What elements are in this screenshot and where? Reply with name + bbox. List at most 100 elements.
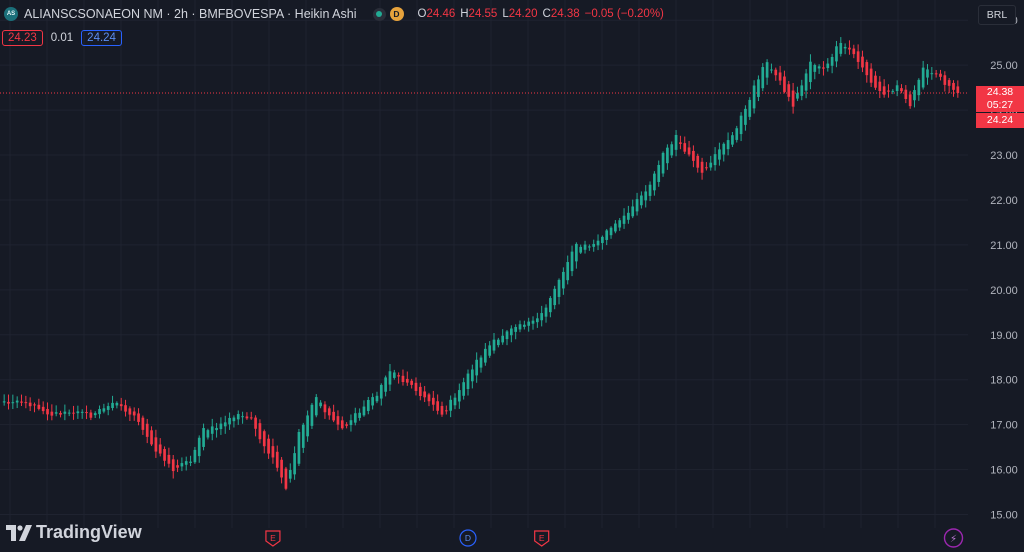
candle-body <box>254 417 257 429</box>
symbol-title[interactable]: ALIANSCSONAEON NM · 2h · BMFBOVESPA · He… <box>24 7 357 21</box>
tradingview-watermark[interactable]: TradingView <box>6 522 142 543</box>
candle-body <box>275 451 279 468</box>
candle-body <box>765 62 769 78</box>
earnings-marker-label: E <box>270 533 276 543</box>
candle-body <box>839 42 843 54</box>
candle-body <box>718 149 721 160</box>
y-tick-label: 15.00 <box>990 510 1018 522</box>
candle-body <box>544 307 548 317</box>
symbol-logo-icon[interactable]: AS <box>4 7 18 21</box>
candle-body <box>661 152 665 174</box>
candle-body <box>410 380 413 385</box>
candle-body <box>319 402 322 407</box>
bid-button[interactable]: 24.23 <box>2 30 43 46</box>
candle-body <box>609 227 613 236</box>
candle-body <box>631 206 635 217</box>
candle-body <box>72 412 75 414</box>
currency-button[interactable]: BRL <box>978 5 1016 25</box>
candle-body <box>41 406 45 412</box>
candle-body <box>392 372 396 378</box>
candle-body <box>787 84 791 97</box>
candle-body <box>692 150 695 161</box>
candle-body <box>379 384 383 399</box>
candle-body <box>588 246 591 248</box>
candle-body <box>158 444 162 454</box>
candle-body <box>236 414 240 420</box>
candle-body <box>592 243 596 247</box>
candle-body <box>24 402 28 404</box>
candle-body <box>830 57 834 66</box>
market-open-dot-icon[interactable] <box>372 7 386 21</box>
candle-body <box>89 412 93 418</box>
high-label: H <box>460 8 469 20</box>
candle-body <box>431 397 435 405</box>
candle-body <box>744 108 747 125</box>
candle-body <box>813 65 817 72</box>
candle-body <box>197 437 201 457</box>
candle-body <box>809 61 812 83</box>
candle-body <box>921 67 925 88</box>
candle-body <box>301 424 305 448</box>
candle-body <box>705 167 708 169</box>
candle-body <box>167 454 171 464</box>
candle-body <box>757 79 760 97</box>
candle-body <box>132 411 136 416</box>
candle-body <box>202 428 205 447</box>
ask-button[interactable]: 24.24 <box>81 30 122 46</box>
candle-body <box>258 423 262 440</box>
candle-body <box>549 298 552 313</box>
candle-body <box>640 195 643 206</box>
candle-body <box>492 339 496 351</box>
candle-body <box>614 223 617 232</box>
candle-body <box>735 128 739 140</box>
candle-body <box>726 140 730 150</box>
lightning-marker-label: ⚡ <box>950 534 957 545</box>
candle-body <box>340 420 344 429</box>
candle-body <box>54 412 58 414</box>
y-tick-label: 20.00 <box>990 285 1018 297</box>
candle-body <box>37 404 41 409</box>
candle-body <box>371 397 374 406</box>
candle-body <box>405 378 409 383</box>
quote-row: 24.23 0.01 24.24 <box>2 30 122 46</box>
candle-body <box>46 408 49 415</box>
event-markers: E D E ⚡ <box>265 528 964 548</box>
candle-body <box>752 85 756 109</box>
candle-body <box>722 143 726 155</box>
change-value: −0.05 (−0.20%) <box>584 8 664 20</box>
candle-body <box>137 413 140 422</box>
price-chart[interactable]: 26.0025.0024.0023.0022.0021.0020.0019.00… <box>0 0 1024 552</box>
candle-body <box>349 420 353 426</box>
candle-body <box>310 404 314 426</box>
candle-body <box>674 134 678 150</box>
candle-body <box>939 73 942 77</box>
candle-body <box>926 69 929 78</box>
y-tick-label: 23.00 <box>990 150 1018 162</box>
candle-body <box>635 199 639 212</box>
candle-body <box>887 90 890 92</box>
candle-body <box>505 331 509 340</box>
close-label: C <box>542 8 551 20</box>
candle-body <box>50 411 54 416</box>
candle-body <box>579 246 583 253</box>
candle-body <box>700 161 704 173</box>
candle-body <box>2 401 6 403</box>
candle-body <box>770 69 773 71</box>
dividend-badge[interactable]: D <box>389 7 404 21</box>
candle-body <box>596 240 600 246</box>
candle-body <box>33 404 36 406</box>
candle-body <box>124 405 127 412</box>
candle-body <box>848 47 851 50</box>
candle-body <box>843 46 847 49</box>
candle-body <box>523 324 526 327</box>
candle-body <box>293 453 296 475</box>
candle-body <box>306 415 309 437</box>
candle-body <box>206 430 210 438</box>
candle-body <box>913 90 916 101</box>
candle-body <box>622 215 626 224</box>
candle-body <box>696 155 700 168</box>
candle-body <box>150 430 153 445</box>
candle-body <box>653 173 656 191</box>
candle-body <box>223 422 227 427</box>
candle-body <box>874 75 877 88</box>
